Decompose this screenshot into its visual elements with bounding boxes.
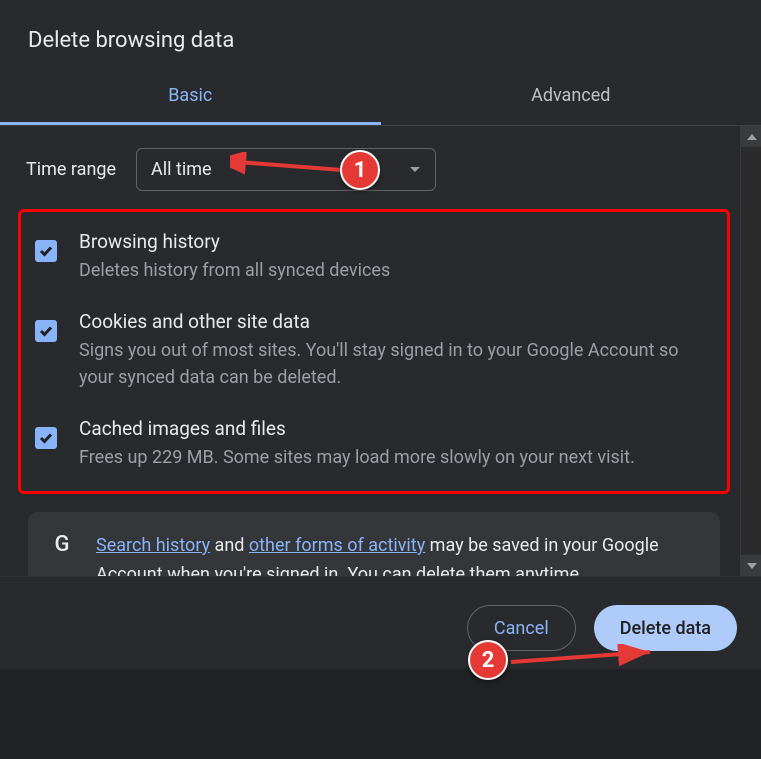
time-range-label: Time range bbox=[26, 159, 116, 180]
annotation-badge-1: 1 bbox=[340, 150, 380, 190]
option-title: Cached images and files bbox=[79, 417, 713, 440]
checkbox-cookies[interactable] bbox=[35, 320, 57, 342]
other-activity-link[interactable]: other forms of activity bbox=[249, 535, 425, 556]
option-desc: Frees up 229 MB. Some sites may load mor… bbox=[79, 444, 713, 471]
option-title: Browsing history bbox=[79, 230, 713, 253]
check-icon bbox=[39, 245, 53, 257]
chevron-down-icon bbox=[747, 563, 757, 569]
scrollbar[interactable] bbox=[740, 126, 761, 576]
google-account-note: G Search history and other forms of acti… bbox=[28, 512, 720, 576]
option-desc: Signs you out of most sites. You'll stay… bbox=[79, 337, 713, 391]
chevron-up-icon bbox=[747, 134, 757, 140]
dialog-title: Delete browsing data bbox=[0, 0, 761, 71]
search-history-link[interactable]: Search history bbox=[96, 535, 210, 556]
google-icon: G bbox=[50, 532, 74, 556]
chevron-down-icon bbox=[409, 166, 421, 174]
option-desc: Deletes history from all synced devices bbox=[79, 257, 713, 284]
option-text: Browsing history Deletes history from al… bbox=[79, 230, 713, 284]
backdrop bbox=[0, 669, 761, 759]
time-range-dropdown[interactable]: All time bbox=[136, 148, 436, 191]
scroll-up-button[interactable] bbox=[741, 126, 761, 147]
delete-data-button[interactable]: Delete data bbox=[594, 605, 737, 651]
checkbox-cached[interactable] bbox=[35, 427, 57, 449]
check-icon bbox=[39, 325, 53, 337]
check-icon bbox=[39, 432, 53, 444]
scroll-down-button[interactable] bbox=[741, 555, 761, 576]
time-range-value: All time bbox=[151, 159, 212, 180]
option-browsing-history: Browsing history Deletes history from al… bbox=[35, 230, 713, 284]
tab-bar: Basic Advanced bbox=[0, 71, 761, 126]
tab-basic[interactable]: Basic bbox=[0, 71, 381, 125]
annotation-highlight-box: Browsing history Deletes history from al… bbox=[18, 209, 730, 494]
option-title: Cookies and other site data bbox=[79, 310, 713, 333]
checkbox-browsing-history[interactable] bbox=[35, 240, 57, 262]
option-cached: Cached images and files Frees up 229 MB.… bbox=[35, 417, 713, 471]
annotation-badge-2: 2 bbox=[468, 640, 508, 680]
option-text: Cookies and other site data Signs you ou… bbox=[79, 310, 713, 391]
note-text: Search history and other forms of activi… bbox=[96, 532, 698, 576]
delete-browsing-data-dialog: Delete browsing data Basic Advanced Time… bbox=[0, 0, 761, 759]
option-text: Cached images and files Frees up 229 MB.… bbox=[79, 417, 713, 471]
option-cookies: Cookies and other site data Signs you ou… bbox=[35, 310, 713, 391]
content-area: Time range All time Browsing history Del… bbox=[0, 126, 761, 576]
content-inner: Time range All time Browsing history Del… bbox=[0, 126, 740, 576]
tab-advanced[interactable]: Advanced bbox=[381, 71, 761, 125]
